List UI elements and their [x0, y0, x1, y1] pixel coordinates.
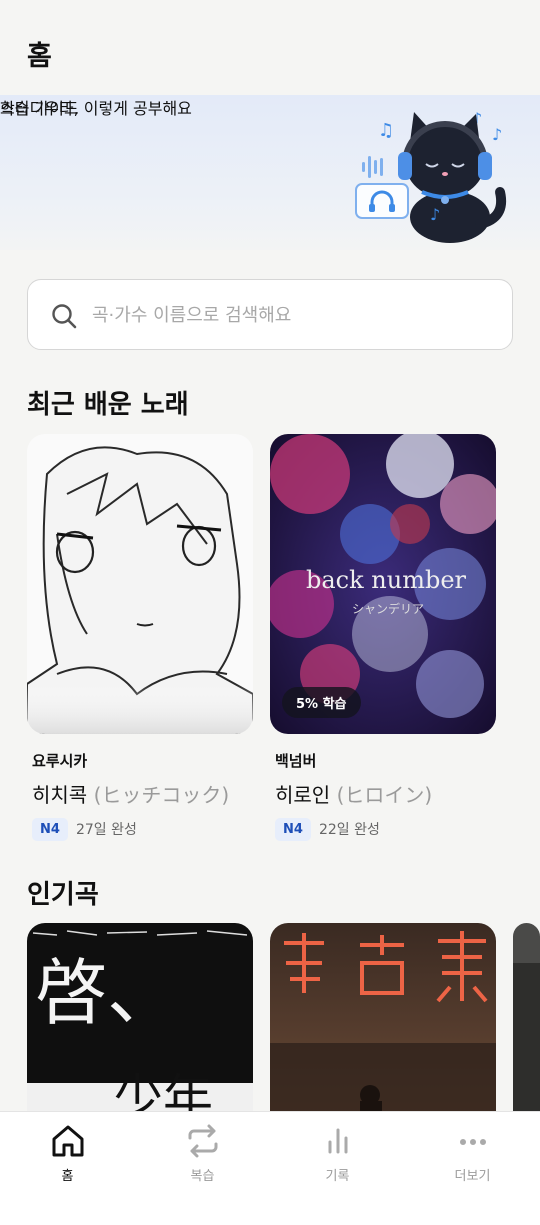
song-card[interactable]: 요루시카 히치콕 (ヒッチコック) N4 27일 완성 — [27, 434, 253, 854]
cover-subtitle-text: シャンデリア — [352, 602, 425, 616]
song-meta: N4 22일 완성 — [275, 816, 380, 842]
bottom-tab-bar: 홈 복습 기록 더보기 — [0, 1111, 540, 1225]
svg-text:♪: ♪ — [430, 205, 440, 224]
song-meta: N4 27일 완성 — [32, 816, 137, 842]
song-title: 히치콕 (ヒッチコック) — [32, 779, 229, 808]
more-icon — [460, 1139, 486, 1145]
song-artist: 백넘버 — [275, 752, 317, 770]
completion-status: 22일 완성 — [318, 822, 380, 838]
recent-section-title: 최근 배운 노래 — [27, 390, 189, 420]
song-title-korean: 히로인 — [275, 783, 331, 807]
cover-title-text: 啓、 — [35, 951, 180, 1035]
home-icon — [52, 1125, 84, 1157]
search-input[interactable] — [92, 294, 492, 336]
jlpt-level-badge: N4 — [32, 817, 68, 841]
song-title-japanese: (ヒロイン) — [336, 783, 433, 807]
page-title: 홈 — [27, 41, 52, 72]
popular-section-title: 인기곡 — [27, 880, 99, 910]
search-icon — [52, 304, 77, 329]
album-cover — [27, 434, 253, 734]
cover-band-text: back number — [306, 566, 466, 594]
tab-more[interactable]: 더보기 — [405, 1112, 540, 1225]
svg-text:♫: ♫ — [378, 120, 394, 141]
banner-headline: 스터디우타, 이렇게 공부해요 — [0, 99, 192, 118]
cat-headphones-illustration: ♫ ♪ ♪ ♪ — [355, 109, 506, 243]
repeat-icon — [188, 1124, 218, 1158]
header: 홈 — [0, 0, 540, 95]
tab-home[interactable]: 홈 — [0, 1112, 135, 1225]
popular-song-card[interactable] — [270, 923, 496, 1113]
search-bar[interactable] — [27, 279, 513, 350]
tab-label: 기록 — [325, 1169, 350, 1184]
song-title-korean: 히치콕 — [32, 783, 88, 807]
popular-song-card[interactable]: 啓、 少年 — [27, 923, 253, 1113]
tab-review[interactable]: 복습 — [135, 1112, 270, 1225]
completion-status: 27일 완성 — [75, 822, 137, 838]
chart-icon — [328, 1128, 348, 1154]
popular-song-card[interactable] — [513, 923, 540, 1113]
song-title-japanese: (ヒッチコック) — [93, 783, 230, 807]
tab-label: 홈 — [61, 1169, 74, 1184]
cover-subtitle-text: 少年 — [113, 1069, 213, 1113]
tab-label: 복습 — [190, 1169, 215, 1184]
jlpt-level-badge: N4 — [275, 817, 311, 841]
svg-text:♪: ♪ — [492, 125, 502, 144]
song-title: 히로인 (ヒロイン) — [275, 779, 432, 808]
album-cover — [270, 923, 496, 1113]
progress-badge: 5% 학습 — [282, 687, 361, 718]
tab-label: 더보기 — [454, 1169, 491, 1184]
song-artist: 요루시카 — [32, 752, 88, 770]
tab-records[interactable]: 기록 — [270, 1112, 405, 1225]
album-cover — [513, 923, 540, 1113]
song-card[interactable]: back number シャンデリア 5% 학습 백넘버 히로인 (ヒロイン) … — [270, 434, 496, 854]
